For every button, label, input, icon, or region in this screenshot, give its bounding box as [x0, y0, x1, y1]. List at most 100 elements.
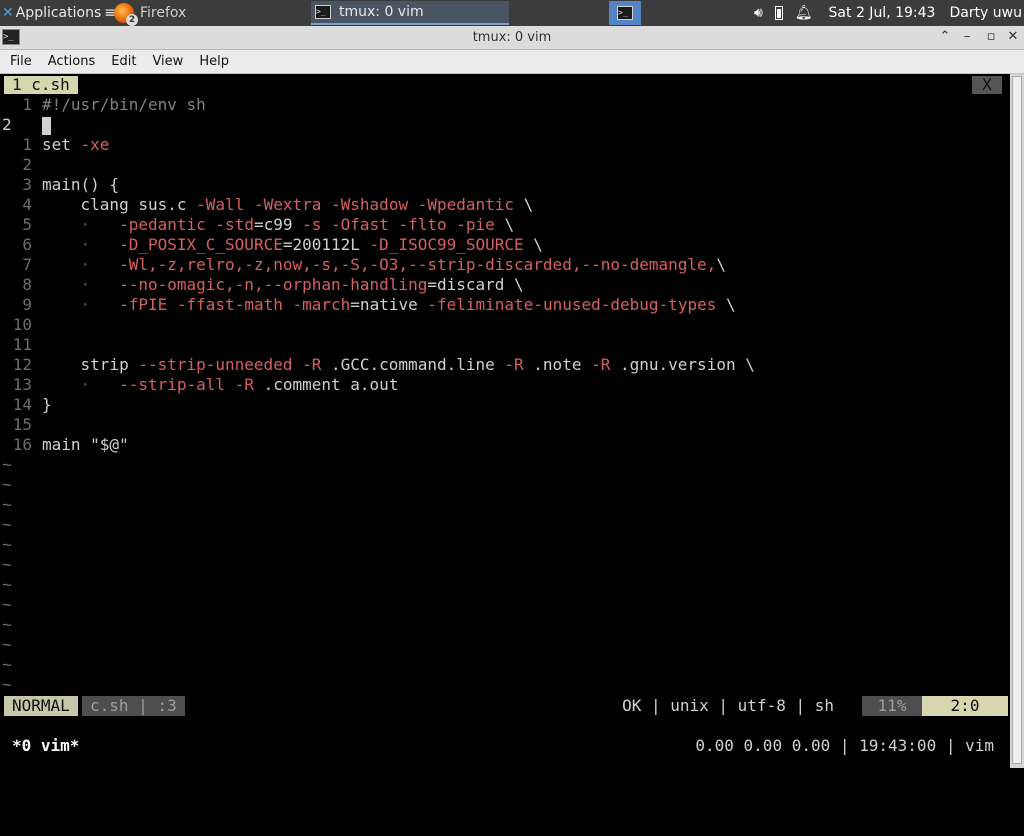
line-number: 2 — [22, 155, 32, 174]
empty-line-tilde: ~ — [2, 455, 12, 474]
line-number: 6 — [22, 235, 32, 254]
vim-tab-close-button[interactable]: X — [972, 76, 1002, 94]
system-tray: 🔊︎ 🔔︎ Sat 2 Jul, 19:43 Darty uwu — [744, 0, 1024, 26]
code-text: · --strip-all -R .comment a.out — [80, 375, 399, 394]
line-number: 13 — [12, 375, 32, 394]
top-panel: ✕ Applications ≡ 2 Firefox >_ tmux: 0 vi… — [0, 0, 1024, 26]
menu-help[interactable]: Help — [191, 54, 237, 69]
empty-line-tilde: ~ — [2, 495, 12, 514]
code-text: · -D_POSIX_C_SOURCE=200112L -D_ISOC99_SO… — [80, 235, 543, 254]
code-line[interactable]: 10 — [0, 315, 1010, 335]
code-text: main() { — [42, 175, 120, 194]
terminal-area[interactable]: 1 c.sh X 1 #!/usr/bin/env sh 2 1 set -xe 2 3 ma… — [0, 74, 1010, 768]
firefox-window-count: 2 — [126, 14, 138, 26]
vim-file-info: c.sh | :3 — [82, 696, 185, 716]
clock[interactable]: Sat 2 Jul, 19:43 — [829, 5, 936, 21]
line-number: 14 — [12, 395, 32, 414]
line-number: 2 — [2, 115, 12, 134]
menu-actions[interactable]: Actions — [40, 54, 104, 69]
minimize-button[interactable]: – — [958, 28, 976, 46]
vim-mode: NORMAL — [4, 696, 78, 716]
code-line[interactable]: 4 clang sus.c -Wall -Wextra -Wshadow -Wp… — [0, 195, 1010, 215]
taskbar-firefox-label: Firefox — [140, 5, 187, 21]
line-number: 16 — [12, 435, 32, 454]
line-number: 9 — [22, 295, 32, 314]
menu-file[interactable]: File — [0, 54, 40, 69]
code-line[interactable]: 9 · -fPIE -ffast-math -march=native -fel… — [0, 295, 1010, 315]
empty-line-tilde: ~ — [2, 475, 12, 494]
code-line[interactable]: 14} — [0, 395, 1010, 415]
code-line[interactable]: 7 · -Wl,-z,relro,-z,now,-s,-S,-O3,--stri… — [0, 255, 1010, 275]
code-text: } — [42, 395, 52, 414]
empty-line-tilde: ~ — [2, 655, 12, 674]
line-number: 11 — [12, 335, 32, 354]
line-number: 1 — [22, 135, 32, 154]
vim-statusline: NORMAL c.sh | :3 OK | unix | utf-8 | sh … — [0, 696, 1010, 716]
terminal-scrollbar[interactable] — [1010, 74, 1024, 768]
code-text: set -xe — [42, 135, 110, 154]
volume-icon[interactable]: 🔊︎ — [754, 5, 763, 21]
applications-menu[interactable]: ✕ Applications ≡ — [0, 0, 116, 26]
window-title: tmux: 0 vim — [472, 30, 552, 45]
scrollbar-thumb[interactable] — [1012, 76, 1022, 764]
code-line[interactable]: 13 · --strip-all -R .comment a.out — [0, 375, 1010, 395]
empty-line-tilde: ~ — [2, 675, 12, 694]
code-line[interactable]: 15 — [0, 415, 1010, 435]
battery-icon[interactable] — [774, 6, 783, 20]
taskbar-tmux[interactable]: >_ tmux: 0 vim — [311, 1, 509, 25]
line-number: 8 — [22, 275, 32, 294]
close-button[interactable]: ✕ — [1004, 28, 1022, 46]
code-text: #!/usr/bin/env sh — [42, 95, 206, 114]
line-number: 3 — [22, 175, 32, 194]
text-cursor — [42, 116, 51, 135]
empty-line-tilde: ~ — [2, 575, 12, 594]
code-line[interactable]: 3 main() { — [0, 175, 1010, 195]
empty-line-tilde: ~ — [2, 615, 12, 634]
vim-tab-active[interactable]: 1 c.sh — [4, 76, 78, 94]
window-titlebar[interactable]: >_ tmux: 0 vim ⌃ – ▫ ✕ — [0, 26, 1024, 50]
code-text: clang sus.c -Wall -Wextra -Wshadow -Wped… — [42, 195, 534, 214]
code-text — [42, 115, 51, 135]
roll-up-button[interactable]: ⌃ — [936, 28, 954, 46]
code-line[interactable]: 6 · -D_POSIX_C_SOURCE=200112L -D_ISOC99_… — [0, 235, 1010, 255]
code-text: main "$@" — [42, 435, 129, 454]
code-text: · -Wl,-z,relro,-z,now,-s,-S,-O3,--strip-… — [80, 255, 726, 274]
vim-cursor-position: 2:0 — [922, 696, 1008, 716]
maximize-button[interactable]: ▫ — [982, 28, 1000, 46]
code-line[interactable]: 1 #!/usr/bin/env sh — [0, 95, 1010, 115]
code-line[interactable]: 2 — [0, 115, 1010, 135]
menubar: File Actions Edit View Help — [0, 50, 1024, 74]
taskbar-tmux-label: tmux: 0 vim — [339, 4, 424, 20]
code-line[interactable]: 11 — [0, 335, 1010, 355]
line-number: 4 — [22, 195, 32, 214]
line-number: 15 — [12, 415, 32, 434]
code-text: · -pedantic -std=c99 -s -Ofast -flto -pi… — [80, 215, 515, 234]
menu-edit[interactable]: Edit — [103, 54, 144, 69]
code-text: strip --strip-unneeded -R .GCC.command.l… — [42, 355, 755, 374]
taskbar-firefox[interactable]: 2 Firefox — [110, 1, 310, 26]
code-line[interactable]: 8 · --no-omagic,-n,--orphan-handling=dis… — [0, 275, 1010, 295]
user-menu[interactable]: Darty uwu — [949, 5, 1022, 21]
empty-line-tilde: ~ — [2, 635, 12, 654]
applications-label: Applications — [15, 5, 102, 21]
code-line[interactable]: 2 — [0, 155, 1010, 175]
line-number: 1 — [22, 95, 32, 114]
workspace-switcher[interactable]: >_ — [609, 1, 641, 25]
code-line[interactable]: 1 set -xe — [0, 135, 1010, 155]
empty-line-tilde: ~ — [2, 555, 12, 574]
firefox-icon: 2 — [114, 3, 138, 26]
terminal-icon: >_ — [315, 5, 331, 19]
terminal-icon: >_ — [617, 6, 633, 20]
code-line[interactable]: 16 main "$@" — [0, 435, 1010, 455]
code-line[interactable]: 12 strip --strip-unneeded -R .GCC.comman… — [0, 355, 1010, 375]
empty-line-tilde: ~ — [2, 595, 12, 614]
code-line[interactable]: 5 · -pedantic -std=c99 -s -Ofast -flto -… — [0, 215, 1010, 235]
empty-line-tilde: ~ — [2, 535, 12, 554]
code-text: · --no-omagic,-n,--orphan-handling=disca… — [80, 275, 524, 294]
tmux-window-list[interactable]: *0 vim* — [12, 736, 79, 756]
code-text: · -fPIE -ffast-math -march=native -felim… — [80, 295, 736, 314]
vim-scroll-percent: 11% — [862, 696, 922, 716]
xfce-icon: ✕ — [2, 5, 14, 21]
notification-bell-icon[interactable]: 🔔︎ — [795, 5, 813, 21]
menu-view[interactable]: View — [144, 54, 191, 69]
